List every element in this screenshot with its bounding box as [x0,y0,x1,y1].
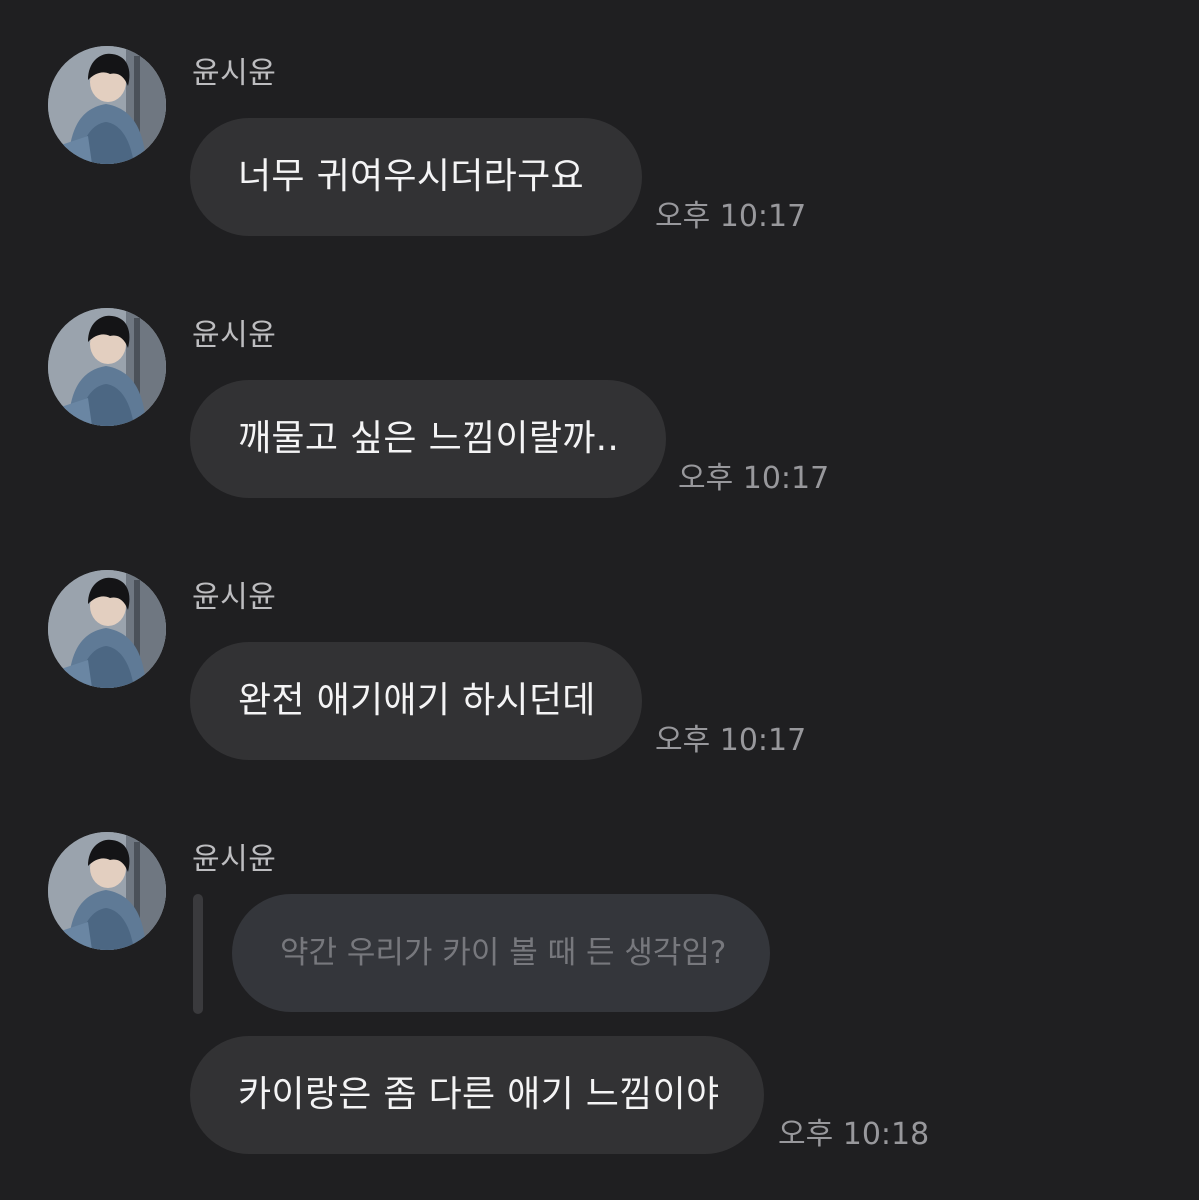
avatar[interactable] [48,570,166,688]
message-time: 오후 10:18 [778,1117,930,1152]
sender-name: 윤시윤 [192,580,277,615]
quoted-message[interactable]: 약간 우리가 카이 볼 때 든 생각임? [232,894,770,1012]
profile-photo-icon [48,308,166,426]
message-bubble[interactable]: 카이랑은 좀 다른 애기 느낌이야 [190,1036,764,1154]
message-bubble[interactable]: 너무 귀여우시더라구요 [190,118,642,236]
message-group: 윤시윤 깨물고 싶은 느낌이랄까.. 오후 10:17 [0,308,1199,508]
avatar[interactable] [48,308,166,426]
message-time: 오후 10:17 [655,199,807,234]
message-group: 윤시윤 완전 애기애기 하시던데 오후 10:17 [0,570,1199,770]
reply-indicator-bar [193,894,203,1014]
message-time: 오후 10:17 [655,723,807,758]
message-group: 윤시윤 너무 귀여우시더라구요 오후 10:17 [0,46,1199,246]
profile-photo-icon [48,46,166,164]
sender-name: 윤시윤 [192,318,277,353]
message-time: 오후 10:17 [678,461,830,496]
message-bubble[interactable]: 깨물고 싶은 느낌이랄까.. [190,380,666,498]
message-group: 윤시윤 약간 우리가 카이 볼 때 든 생각임? 카이랑은 좀 다른 애기 느낌… [0,832,1199,1172]
avatar[interactable] [48,46,166,164]
avatar[interactable] [48,832,166,950]
message-bubble[interactable]: 완전 애기애기 하시던데 [190,642,642,760]
sender-name: 윤시윤 [192,56,277,91]
sender-name: 윤시윤 [192,842,277,877]
profile-photo-icon [48,570,166,688]
profile-photo-icon [48,832,166,950]
